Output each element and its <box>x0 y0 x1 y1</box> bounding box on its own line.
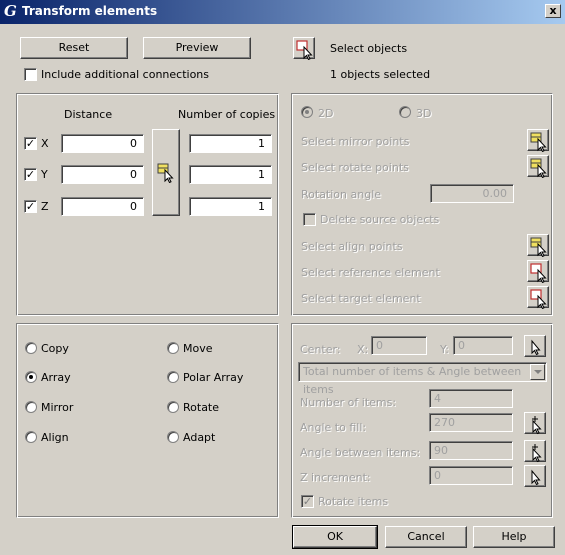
select-mirror-points-button[interactable] <box>527 129 549 152</box>
angle-to-fill-input[interactable]: 270 <box>429 413 513 432</box>
cancel-button[interactable]: Cancel <box>385 526 467 548</box>
pick-points-icon <box>530 158 546 178</box>
op-array-label: Array <box>41 371 71 384</box>
mode-panel <box>291 93 553 316</box>
distance-y-input[interactable]: 0 <box>61 165 144 184</box>
axis-z-label: Z <box>41 200 49 213</box>
op-align-label: Align <box>41 431 69 444</box>
copies-z-input[interactable]: 1 <box>189 197 272 216</box>
pick-points-icon <box>530 132 546 152</box>
axis-z-checkbox[interactable]: ✓ <box>24 200 37 213</box>
select-objects-button[interactable] <box>293 37 315 60</box>
pick-angle-to-fill-button[interactable] <box>524 412 546 434</box>
select-element-icon <box>530 289 547 309</box>
polar-mode-select[interactable]: Total number of items & Angle between it… <box>298 362 547 396</box>
select-target-element-label: Select target element <box>301 292 421 305</box>
pick-angle-between-button[interactable] <box>524 440 546 462</box>
axis-y-label: Y <box>41 168 48 181</box>
op-move-radio[interactable] <box>167 342 179 354</box>
op-move-label: Move <box>183 342 213 355</box>
op-copy-radio[interactable] <box>25 342 37 354</box>
select-objects-label: Select objects <box>330 42 408 55</box>
window-title: Transform elements <box>22 4 158 18</box>
preview-button[interactable]: Preview <box>143 37 251 59</box>
copies-x-input[interactable]: 1 <box>189 134 272 153</box>
chevron-down-icon <box>530 364 545 380</box>
include-connections-label: Include additional connections <box>41 68 210 81</box>
rotate-items-checkbox[interactable]: ✓ <box>301 495 314 508</box>
center-y-input[interactable]: 0 <box>453 336 513 355</box>
pick-z-increment-button[interactable] <box>524 465 546 487</box>
op-polar-array-radio[interactable] <box>167 371 179 383</box>
op-copy-label: Copy <box>41 342 69 355</box>
delete-source-label: Delete source objects <box>320 213 440 226</box>
angle-between-label: Angle between items: <box>300 446 421 459</box>
angle-to-fill-label: Angle to fill: <box>300 421 367 434</box>
op-mirror-radio[interactable] <box>25 401 37 413</box>
op-adapt-label: Adapt <box>183 431 216 444</box>
ok-button[interactable]: OK <box>292 525 378 549</box>
axis-x-checkbox[interactable]: ✓ <box>24 137 37 150</box>
rotation-angle-label: Rotation angle <box>301 188 382 201</box>
center-x-label: X: <box>357 343 369 356</box>
select-reference-element-button[interactable] <box>527 260 549 283</box>
mode-3d-radio[interactable] <box>399 106 411 118</box>
select-target-element-button[interactable] <box>527 286 549 309</box>
select-reference-element-label: Select reference element <box>301 266 440 279</box>
distance-header: Distance <box>64 108 113 121</box>
rotation-angle-input[interactable]: 0.00 <box>430 184 514 203</box>
pick-center-button[interactable] <box>524 335 546 357</box>
pick-points-icon <box>157 163 173 183</box>
cursor-icon <box>531 470 540 485</box>
pick-points-icon <box>530 237 546 257</box>
number-of-items-label: Number of items: <box>300 396 397 409</box>
axis-y-checkbox[interactable]: ✓ <box>24 168 37 181</box>
rotate-items-label: Rotate items <box>318 495 389 508</box>
select-objects-icon <box>296 40 313 60</box>
angle-cursor-icon <box>531 443 541 462</box>
include-connections-checkbox[interactable] <box>24 68 37 81</box>
copies-y-input[interactable]: 1 <box>189 165 272 184</box>
op-rotate-radio[interactable] <box>167 401 179 413</box>
distance-z-input[interactable]: 0 <box>61 197 144 216</box>
select-rotate-points-label: Select rotate points <box>301 161 409 174</box>
pick-distance-button[interactable] <box>152 129 180 216</box>
op-polar-array-label: Polar Array <box>183 371 244 384</box>
select-align-points-button[interactable] <box>527 234 549 257</box>
z-increment-label: Z increment: <box>300 471 371 484</box>
op-mirror-label: Mirror <box>41 401 74 414</box>
number-of-items-input[interactable]: 4 <box>429 389 513 408</box>
center-label: Center: <box>300 343 341 356</box>
select-element-icon <box>530 263 547 283</box>
select-align-points-label: Select align points <box>301 240 403 253</box>
angle-cursor-icon <box>531 415 541 434</box>
close-icon: x <box>549 4 557 17</box>
op-rotate-label: Rotate <box>183 401 220 414</box>
axis-x-label: X <box>41 137 49 150</box>
cursor-icon <box>531 340 540 355</box>
op-align-radio[interactable] <box>25 431 37 443</box>
mode-2d-radio[interactable] <box>301 106 313 118</box>
app-logo-icon: G <box>4 2 17 20</box>
mode-3d-label: 3D <box>416 107 432 120</box>
title-bar: G Transform elements x <box>0 0 565 24</box>
select-rotate-points-button[interactable] <box>527 155 549 178</box>
distance-x-input[interactable]: 0 <box>61 134 144 153</box>
op-adapt-radio[interactable] <box>167 431 179 443</box>
delete-source-checkbox[interactable] <box>303 213 316 226</box>
help-button[interactable]: Help <box>473 526 555 548</box>
op-array-radio[interactable] <box>25 371 37 383</box>
selected-count: 1 objects selected <box>330 68 431 81</box>
copies-header: Number of copies <box>178 108 276 121</box>
close-button[interactable]: x <box>545 4 561 18</box>
reset-button[interactable]: Reset <box>20 37 128 59</box>
mode-2d-label: 2D <box>318 107 334 120</box>
angle-between-input[interactable]: 90 <box>429 441 513 460</box>
z-increment-input[interactable]: 0 <box>429 466 513 485</box>
select-mirror-points-label: Select mirror points <box>301 135 410 148</box>
center-y-label: Y: <box>440 343 449 356</box>
center-x-input[interactable]: 0 <box>371 336 427 355</box>
